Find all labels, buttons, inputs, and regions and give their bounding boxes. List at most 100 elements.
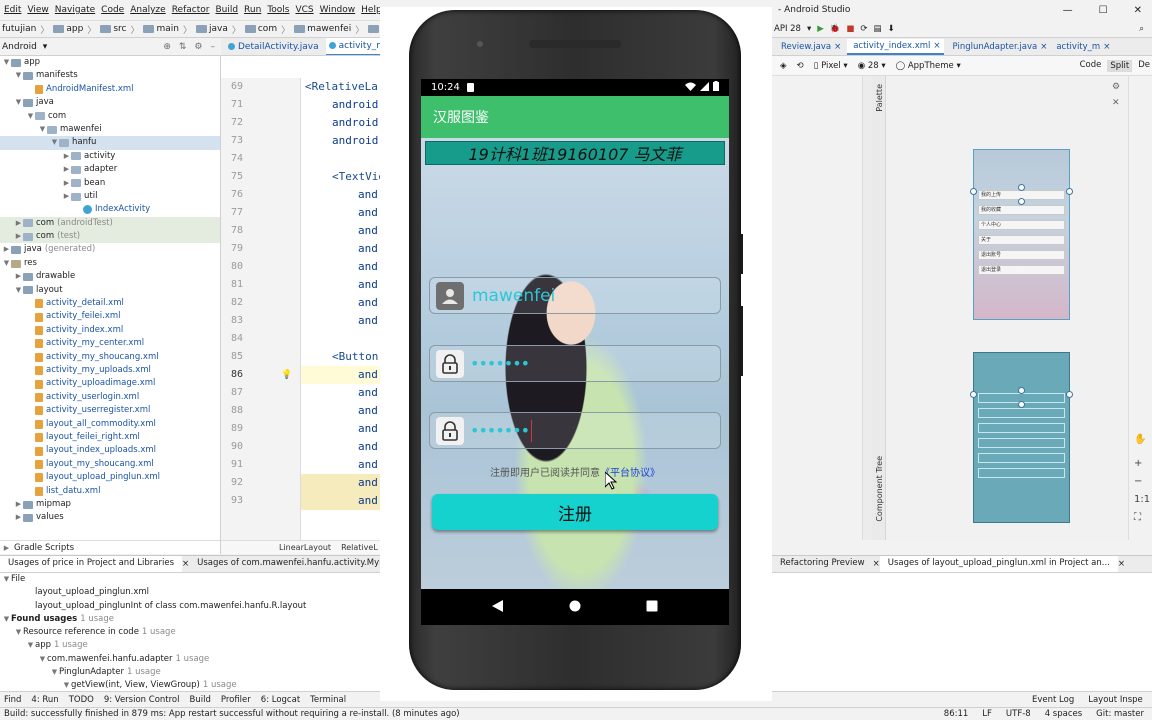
find-result-row[interactable]: layout_upload_pinglunInt of class com.ma… [0, 600, 380, 613]
resize-handle[interactable] [1018, 184, 1025, 191]
settings-icon[interactable]: ⚙ [1112, 82, 1120, 92]
resize-handle[interactable] [1018, 198, 1025, 205]
file-encoding[interactable]: UTF-8 [1006, 709, 1031, 719]
menu-item[interactable]: Navigate [55, 5, 95, 15]
tree-item[interactable]: ▼ mawenfei [0, 123, 220, 136]
tree-item[interactable]: ▶ bean [0, 177, 220, 190]
tree-item[interactable]: ▼ res [0, 257, 220, 270]
view-mode-code[interactable]: Code [1080, 60, 1102, 72]
tree-item[interactable]: layout_feilei_right.xml [0, 431, 220, 444]
find-tab[interactable]: Usages of layout_upload_pinglun.xml in P… [879, 556, 1118, 572]
preview-row[interactable]: 退出账号 [978, 250, 1065, 260]
close-icon[interactable]: × [873, 559, 880, 569]
find-result-row[interactable]: ▼ com.mawenfei.hanfu.adapter 1 usage [0, 653, 380, 666]
breadcrumb-item[interactable]: LinearLayout [279, 543, 331, 552]
zoom-fit-icon[interactable]: ⛶ [1134, 512, 1141, 523]
close-icon[interactable]: × [834, 42, 841, 52]
preview-row[interactable]: 个人中心 [978, 220, 1065, 230]
zoom-out-icon[interactable]: − [1134, 476, 1142, 487]
tree-item[interactable]: ▼ hanfu [0, 136, 220, 150]
device-manager-icon[interactable]: ▤ [874, 24, 882, 34]
breadcrumb-item[interactable]: mawenfei [294, 24, 351, 34]
close-icon[interactable]: × [1103, 42, 1110, 52]
chevron-down-icon[interactable]: ▾ [43, 42, 48, 52]
menu-item[interactable]: Tools [267, 5, 289, 15]
menu-item[interactable]: Edit [4, 5, 21, 15]
api-level-selector[interactable]: ◉ 28 ▾ [858, 61, 886, 71]
breadcrumb-item[interactable]: RelativeL [341, 543, 378, 552]
tree-item[interactable]: ▶ com (androidTest) [0, 216, 220, 231]
target-icon[interactable]: ⊕ [163, 42, 171, 52]
zoom-in-icon[interactable]: + [1134, 458, 1142, 469]
device-selector[interactable]: ▯ Pixel ▾ [814, 61, 848, 71]
tree-item[interactable]: layout_all_commodity.xml [0, 418, 220, 431]
editor-tab[interactable]: DetailActivity.java [225, 38, 322, 55]
menu-item[interactable]: View [27, 5, 48, 15]
minimize-icon[interactable]: – [211, 42, 216, 52]
tree-item[interactable]: ▶ util [0, 190, 220, 203]
username-field[interactable]: mawenfei [429, 277, 721, 314]
lightbulb-icon[interactable]: 💡 [281, 366, 292, 384]
project-view-selector[interactable]: Android [2, 42, 37, 52]
close-icon[interactable]: × [1118, 559, 1125, 569]
find-tab[interactable]: Usages of com.mawenfei.hanfu.activity.My… [189, 556, 380, 572]
tree-item[interactable]: activity_feilei.xml [0, 310, 220, 323]
menu-item[interactable]: Run [244, 5, 261, 15]
sdk-manager-icon[interactable]: ⬇ [888, 24, 895, 34]
tool-window-button[interactable]: Find [4, 695, 21, 705]
tree-item[interactable]: ▶ activity [0, 150, 220, 163]
chevron-down-icon[interactable]: ▾ [807, 24, 811, 34]
find-tab[interactable]: Refactoring Preview [772, 556, 873, 572]
find-result-row[interactable]: ▼ app 1 usage [0, 639, 380, 652]
preview-row[interactable]: 退出登录 [978, 265, 1065, 275]
menu-item[interactable]: Build [215, 5, 238, 15]
find-result-row[interactable]: ▼ PinglunAdapter 1 usage [0, 666, 380, 679]
close-icon[interactable]: ✕ [1112, 98, 1120, 108]
breadcrumb-item[interactable]: com [244, 24, 277, 34]
resize-handle[interactable] [970, 188, 977, 195]
git-branch[interactable]: Git: master [1096, 709, 1144, 719]
menu-item[interactable]: Analyze [130, 5, 165, 15]
zoom-actual-icon[interactable]: 1:1 [1134, 494, 1150, 505]
resize-handle[interactable] [1018, 387, 1025, 394]
tree-item[interactable]: ▼ com [0, 110, 220, 123]
resize-handle[interactable] [1018, 401, 1025, 408]
tree-item[interactable]: activity_uploadimage.xml [0, 377, 220, 390]
tree-item[interactable]: ▶ com (test) [0, 230, 220, 244]
blueprint-row[interactable] [978, 408, 1065, 418]
tree-item[interactable]: ▼ app [0, 56, 220, 69]
view-mode-split[interactable]: Split [1107, 59, 1133, 72]
tree-item[interactable]: activity_userlogin.xml [0, 391, 220, 404]
tree-item[interactable]: list_datu.xml [0, 485, 220, 498]
blueprint-row[interactable] [978, 453, 1065, 463]
layers-icon[interactable]: ◈ [780, 61, 787, 71]
preview-row[interactable]: 关于 [978, 235, 1065, 245]
close-icon[interactable]: × [1040, 42, 1047, 52]
orientation-icon[interactable]: ⟲ [797, 61, 804, 71]
stop-icon[interactable]: ■ [846, 24, 854, 34]
breadcrumb-item[interactable]: java [195, 24, 228, 34]
resize-handle[interactable] [1066, 391, 1073, 398]
editor-tab[interactable]: activity_m × [1053, 42, 1110, 52]
register-button[interactable]: 注册 [432, 494, 718, 530]
view-mode-de[interactable]: De [1138, 60, 1150, 72]
tree-item[interactable]: activity_my_center.xml [0, 337, 220, 350]
tree-item[interactable]: ▶ values [0, 511, 220, 524]
back-icon[interactable] [491, 599, 504, 615]
tool-window-button[interactable]: TODO [69, 695, 94, 705]
blueprint-row[interactable] [978, 423, 1065, 433]
tree-item[interactable]: ▼ java [0, 96, 220, 109]
breadcrumb-item[interactable]: main [143, 24, 179, 34]
home-icon[interactable] [569, 600, 581, 615]
blueprint-row[interactable] [978, 438, 1065, 448]
tool-window-button[interactable]: Terminal [310, 695, 346, 705]
menu-item[interactable]: Window [320, 5, 356, 15]
minimize-icon[interactable]: — [1063, 5, 1073, 16]
tree-item[interactable]: layout_my_shoucang.xml [0, 458, 220, 471]
tree-item[interactable]: IndexActivity [0, 203, 220, 216]
indent-setting[interactable]: 4 spaces [1045, 709, 1082, 719]
design-preview[interactable]: 我的上传 我的收藏 个人中心 关于 退出账号 退出登录 [970, 149, 1073, 320]
tree-item[interactable]: layout_upload_pinglun.xml [0, 471, 220, 484]
blueprint-row[interactable] [978, 468, 1065, 478]
volume-button[interactable] [740, 306, 743, 376]
